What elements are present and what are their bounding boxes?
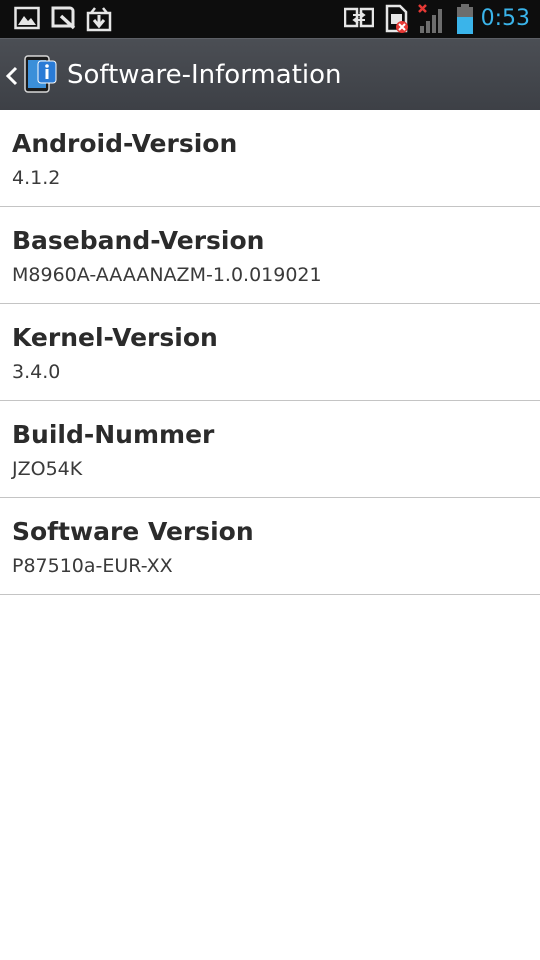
info-list: Android-Version 4.1.2 Baseband-Version M… (0, 110, 540, 595)
item-value: JZO54K (12, 458, 83, 480)
clock: 0:53 (480, 6, 530, 31)
action-bar: Software-Information (0, 38, 540, 110)
chevron-left-icon[interactable] (5, 66, 19, 86)
item-value: 3.4.0 (12, 361, 61, 383)
item-title: Baseband-Version (12, 226, 265, 255)
list-item-kernel-version[interactable]: Kernel-Version 3.4.0 (0, 304, 540, 401)
no-sim-icon (385, 4, 408, 33)
item-title: Build-Nummer (12, 420, 215, 449)
download-icon (86, 7, 112, 32)
list-item-android-version[interactable]: Android-Version 4.1.2 (0, 110, 540, 207)
item-title: Software Version (12, 517, 254, 546)
item-value: P87510a-EUR-XX (12, 555, 173, 577)
list-item-build-number[interactable]: Build-Nummer JZO54K (0, 401, 540, 498)
quick-memo-icon (51, 6, 76, 30)
image-icon (14, 6, 40, 30)
no-signal-icon (418, 4, 442, 33)
list-item-baseband-version[interactable]: Baseband-Version M8960A-AAAANAZM-1.0.019… (0, 207, 540, 304)
battery-icon (457, 4, 473, 34)
page-title: Software-Information (67, 60, 342, 90)
transfer-icon (344, 7, 374, 28)
status-bar: 0:53 (0, 0, 540, 38)
item-title: Kernel-Version (12, 323, 218, 352)
item-value: 4.1.2 (12, 167, 61, 189)
info-icon (24, 55, 57, 93)
list-item-software-version[interactable]: Software Version P87510a-EUR-XX (0, 498, 540, 595)
item-title: Android-Version (12, 129, 238, 158)
item-value: M8960A-AAAANAZM-1.0.019021 (12, 264, 322, 286)
